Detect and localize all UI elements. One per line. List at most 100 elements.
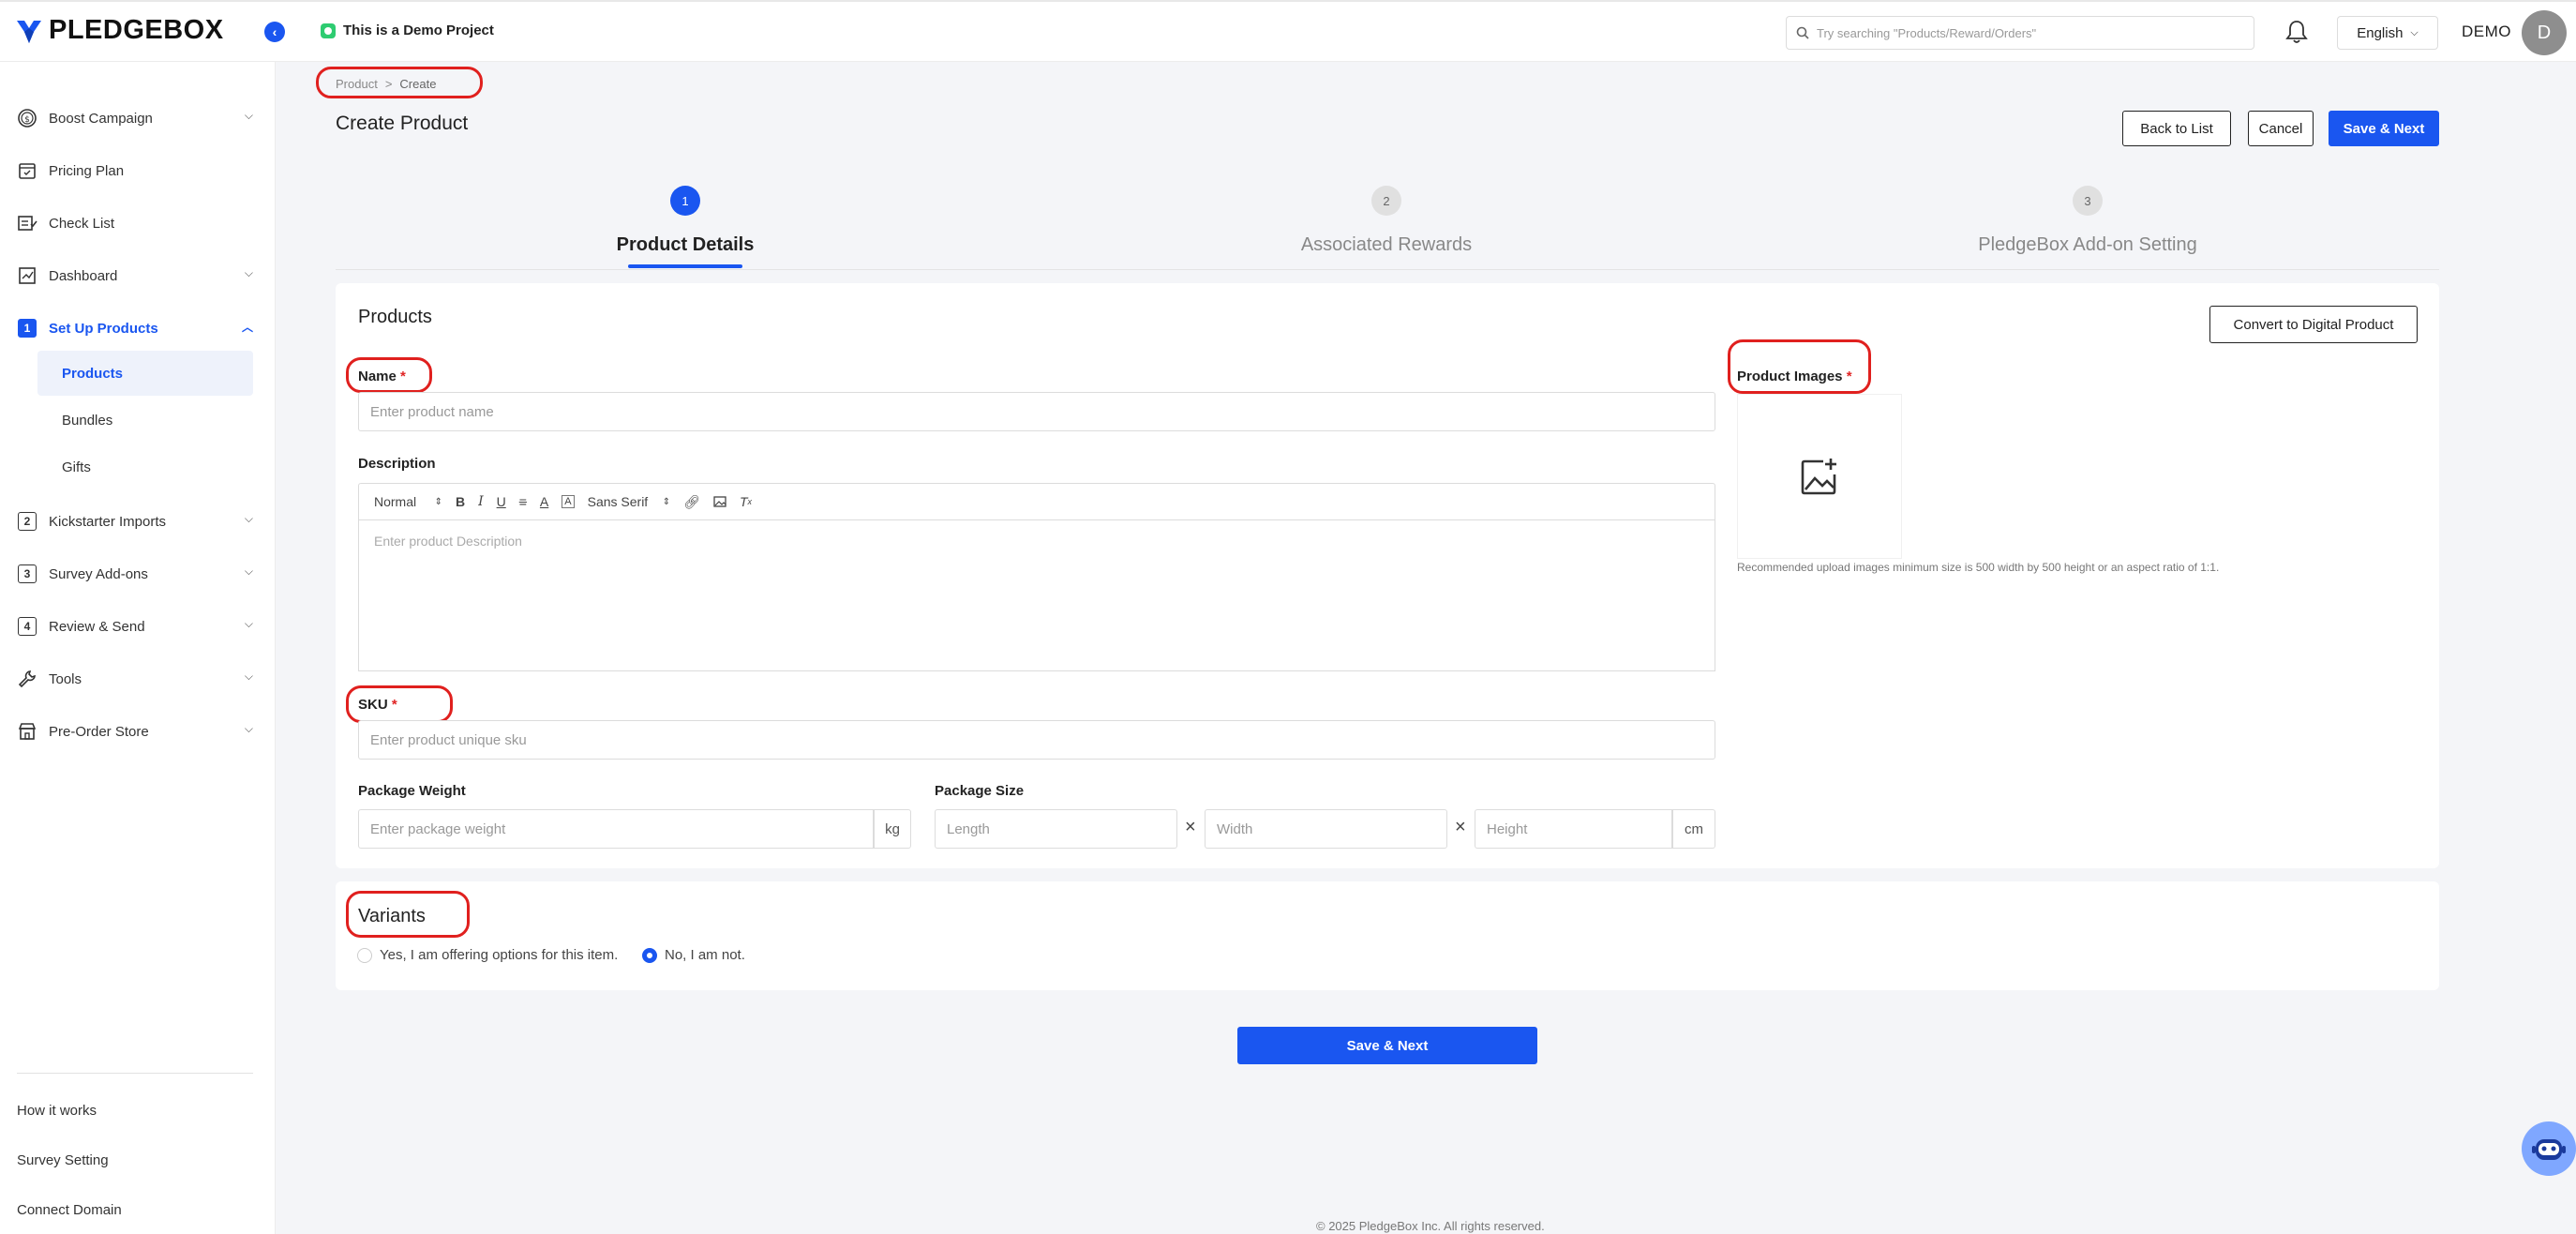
footer-copyright: © 2025 PledgeBox Inc. All rights reserve… xyxy=(1316,1219,1545,1233)
sidebar-item-label: Pricing Plan xyxy=(49,162,125,179)
format-select[interactable]: Normal ⇕ xyxy=(374,494,442,509)
sidebar-item-label: Review & Send xyxy=(49,618,145,635)
length-input[interactable]: Length xyxy=(935,809,1177,849)
package-weight-label: Package Weight xyxy=(358,783,466,799)
italic-icon[interactable]: I xyxy=(478,494,484,509)
notification-bell-icon[interactable] xyxy=(2284,19,2309,45)
font-color-icon[interactable]: A xyxy=(540,494,548,509)
chevron-down-icon: ⌵ xyxy=(2410,26,2419,38)
width-input[interactable]: Width xyxy=(1205,809,1447,849)
editor-toolbar: Normal ⇕ B I U ≡ A A Sans Serif ⇕ 🔗︎ Tx xyxy=(358,483,1715,520)
svg-text:$: $ xyxy=(24,115,30,125)
underline-icon[interactable]: U xyxy=(497,494,506,509)
save-next-button[interactable]: Save & Next xyxy=(2329,111,2439,146)
bottom-save-next-button[interactable]: Save & Next xyxy=(1237,1027,1537,1064)
language-select[interactable]: English ⌵ xyxy=(2337,16,2438,50)
sidebar-item-survey-add-ons[interactable]: 3 Survey Add-ons ⌵ xyxy=(17,561,253,587)
package-weight-input[interactable]: Enter package weight xyxy=(358,809,874,849)
link-how-it-works[interactable]: How it works xyxy=(17,1103,97,1119)
sku-placeholder: Enter product unique sku xyxy=(370,731,527,748)
description-placeholder: Enter product Description xyxy=(374,534,522,549)
sidebar-item-check-list[interactable]: Check List xyxy=(17,210,253,236)
highlight-product-images xyxy=(1728,339,1871,394)
step-number-icon: 2 xyxy=(18,512,37,531)
width-placeholder: Width xyxy=(1217,820,1253,837)
store-icon xyxy=(17,721,37,742)
format-value: Normal xyxy=(374,494,417,509)
image-upload-area[interactable] xyxy=(1737,394,1902,559)
back-to-list-button[interactable]: Back to List xyxy=(2122,111,2231,146)
calendar-icon xyxy=(17,160,37,181)
chevron-down-icon: ⌵ xyxy=(244,109,253,122)
chevron-down-icon: ⌵ xyxy=(244,512,253,525)
step-add-on-setting[interactable]: 3 PledgeBox Add-on Setting xyxy=(1910,186,2266,256)
link-icon[interactable]: 🔗︎ xyxy=(683,494,700,510)
length-placeholder: Length xyxy=(947,820,990,837)
search-input[interactable]: Try searching "Products/Reward/Orders" xyxy=(1786,16,2254,50)
description-editor[interactable]: Enter product Description xyxy=(358,520,1715,671)
step-label: Associated Rewards xyxy=(1300,234,1473,255)
sku-input[interactable]: Enter product unique sku xyxy=(358,720,1715,760)
dollar-circle-icon: $ xyxy=(17,108,37,128)
height-input[interactable]: Height xyxy=(1475,809,1672,849)
step-associated-rewards[interactable]: 2 Associated Rewards xyxy=(1208,186,1565,256)
image-icon[interactable] xyxy=(713,496,726,507)
variants-card xyxy=(336,881,2439,990)
sidebar-item-boost-campaign[interactable]: $ Boost Campaign ⌵ xyxy=(17,105,253,131)
variant-option-no[interactable]: No, I am not. xyxy=(642,947,745,963)
collapse-sidebar-button[interactable]: ‹ xyxy=(264,22,285,42)
step-number-icon: 4 xyxy=(18,617,37,636)
select-arrows-icon: ⇕ xyxy=(434,496,442,507)
sidebar-item-label: Boost Campaign xyxy=(49,110,153,127)
bold-icon[interactable]: B xyxy=(456,494,465,509)
cancel-button[interactable]: Cancel xyxy=(2248,111,2314,146)
step-label: PledgeBox Add-on Setting xyxy=(1978,234,2197,255)
avatar[interactable]: D xyxy=(2522,10,2567,55)
step-label: Product Details xyxy=(616,234,755,255)
sidebar-item-label: Dashboard xyxy=(49,267,118,284)
variant-option-yes[interactable]: Yes, I am offering options for this item… xyxy=(357,947,618,963)
sidebar-item-pre-order-store[interactable]: Pre-Order Store ⌵ xyxy=(17,718,253,745)
product-name-input[interactable]: Enter product name xyxy=(358,392,1715,431)
step-number-icon: 3 xyxy=(18,564,37,583)
sidebar-item-pricing-plan[interactable]: Pricing Plan xyxy=(17,158,253,184)
chatbot-launcher[interactable] xyxy=(2522,1121,2576,1176)
brand-logo[interactable]: PLEDGEBOX xyxy=(15,15,224,46)
link-survey-setting[interactable]: Survey Setting xyxy=(17,1152,109,1168)
step-number: 2 xyxy=(1371,186,1401,216)
sidebar-item-dashboard[interactable]: Dashboard ⌵ xyxy=(17,263,253,289)
package-weight-placeholder: Enter package weight xyxy=(370,820,506,837)
sidebar-item-set-up-products[interactable]: 1 Set Up Products ︿ xyxy=(17,315,253,341)
sidebar-subitem-products[interactable]: Products xyxy=(37,351,253,396)
font-select[interactable]: Sans Serif ⇕ xyxy=(588,494,671,509)
background-color-icon[interactable]: A xyxy=(562,495,575,508)
page-title: Create Product xyxy=(336,113,469,134)
strikethrough-icon[interactable]: ≡ xyxy=(519,494,527,509)
sidebar-subitem-bundles[interactable]: Bundles xyxy=(37,398,253,443)
step-product-details[interactable]: 1 Product Details xyxy=(507,186,863,256)
convert-digital-product-button[interactable]: Convert to Digital Product xyxy=(2209,306,2418,343)
user-name[interactable]: DEMO xyxy=(2462,23,2511,41)
checklist-icon xyxy=(17,213,37,233)
sidebar-item-kickstarter-imports[interactable]: 2 Kickstarter Imports ⌵ xyxy=(17,508,253,534)
sidebar-item-review-send[interactable]: 4 Review & Send ⌵ xyxy=(17,613,253,640)
highlight-name xyxy=(346,357,432,393)
font-value: Sans Serif xyxy=(587,494,649,509)
sidebar-item-tools[interactable]: Tools ⌵ xyxy=(17,666,253,692)
steps-divider xyxy=(336,269,2439,270)
highlight-sku xyxy=(346,685,453,723)
project-status-icon xyxy=(321,23,336,38)
sidebar-divider xyxy=(17,1073,253,1074)
search-icon xyxy=(1796,26,1809,39)
chart-icon xyxy=(17,265,37,286)
variant-option-yes-label: Yes, I am offering options for this item… xyxy=(380,947,619,963)
sidebar-item-label: Pre-Order Store xyxy=(49,723,149,740)
sidebar-item-label: Kickstarter Imports xyxy=(49,513,167,530)
height-placeholder: Height xyxy=(1487,820,1528,837)
sidebar: $ Boost Campaign ⌵ Pricing Plan Check Li… xyxy=(0,62,276,1234)
chevron-down-icon: ⌵ xyxy=(244,617,253,630)
link-connect-domain[interactable]: Connect Domain xyxy=(17,1202,122,1218)
clear-format-icon[interactable]: Tx xyxy=(740,494,752,509)
sidebar-subitem-gifts[interactable]: Gifts xyxy=(37,444,253,489)
step-number-icon: 1 xyxy=(18,319,37,338)
